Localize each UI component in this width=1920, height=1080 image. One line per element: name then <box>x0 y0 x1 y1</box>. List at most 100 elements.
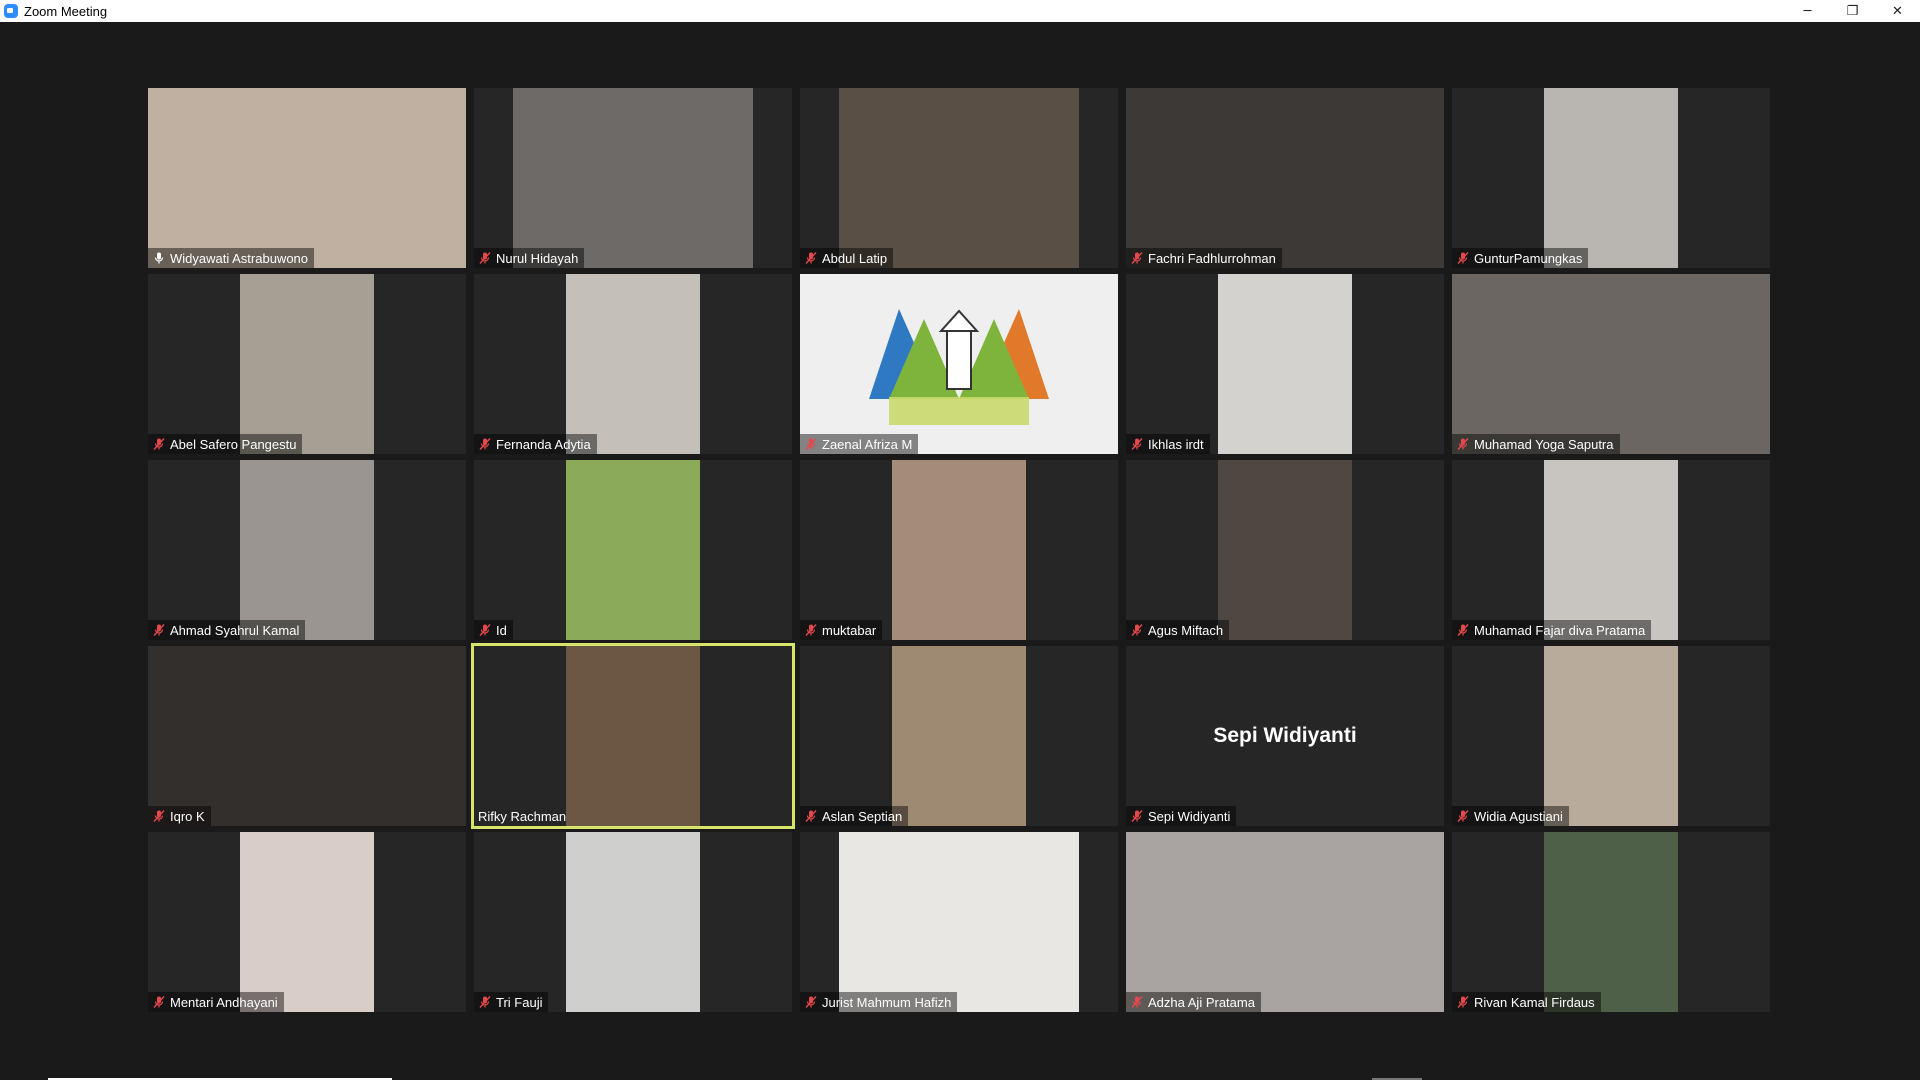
title-bar: Zoom Meeting ─ ❐ ✕ <box>0 0 1920 22</box>
participant-nameplate: Aslan Septian <box>800 806 909 826</box>
participant-video <box>1126 88 1444 268</box>
participant-name: Aslan Septian <box>822 808 903 824</box>
participant-tile[interactable]: Muhamad Yoga Saputra <box>1452 274 1770 454</box>
muted-mic-icon <box>478 251 492 265</box>
muted-mic-icon <box>1456 437 1470 451</box>
participant-nameplate: Nurul Hidayah <box>474 248 585 268</box>
participant-nameplate: Abel Safero Pangestu <box>148 434 303 454</box>
participant-tile[interactable]: Rifky Rachman <box>471 643 795 829</box>
participant-name: Mentari Andhayani <box>170 994 278 1010</box>
participant-tile[interactable]: Abel Safero Pangestu <box>148 274 466 454</box>
unbaja-logo-icon <box>869 309 1049 425</box>
participant-video <box>1218 460 1352 640</box>
participant-nameplate: Jurist Mahmum Hafizh <box>800 992 958 1012</box>
participant-tile[interactable]: Abdul Latip <box>800 88 1118 268</box>
participant-nameplate: Zaenal Afriza M <box>800 434 919 454</box>
participant-nameplate: Ikhlas irdt <box>1126 434 1210 454</box>
restore-button[interactable]: ❐ <box>1830 0 1875 22</box>
participant-video <box>566 274 700 454</box>
participant-tile[interactable]: Zaenal Afriza M <box>800 274 1118 454</box>
participant-name: Nurul Hidayah <box>496 250 579 266</box>
participant-tile[interactable]: Adzha Aji Pratama <box>1126 832 1444 1012</box>
participant-video <box>513 88 753 268</box>
muted-mic-icon <box>1130 995 1144 1009</box>
participant-nameplate: Mentari Andhayani <box>148 992 284 1012</box>
participant-nameplate: Muhamad Fajar diva Pratama <box>1452 620 1652 640</box>
muted-mic-icon <box>1456 995 1470 1009</box>
participant-tile[interactable]: GunturPamungkas <box>1452 88 1770 268</box>
participant-name: Sepi Widiyanti <box>1148 808 1231 824</box>
muted-mic-icon <box>804 623 818 637</box>
participant-tile[interactable]: Widyawati Astrabuwono <box>148 88 466 268</box>
participant-tile[interactable]: Widia Agustiani <box>1452 646 1770 826</box>
participant-tile[interactable]: Agus Miftach <box>1126 460 1444 640</box>
participant-name: Id <box>496 622 507 638</box>
muted-mic-icon <box>1130 623 1144 637</box>
participant-name: Jurist Mahmum Hafizh <box>822 994 952 1010</box>
muted-mic-icon <box>804 251 818 265</box>
participant-tile[interactable]: Nurul Hidayah <box>474 88 792 268</box>
participant-tile[interactable]: Id <box>474 460 792 640</box>
participant-tile[interactable]: Ikhlas irdt <box>1126 274 1444 454</box>
participant-name: Ikhlas irdt <box>1148 436 1204 452</box>
participant-video <box>566 832 700 1012</box>
participant-nameplate: Id <box>474 620 513 640</box>
participant-nameplate: GunturPamungkas <box>1452 248 1589 268</box>
muted-mic-icon <box>1456 251 1470 265</box>
participant-video <box>1452 274 1770 454</box>
participant-tile[interactable]: muktabar <box>800 460 1118 640</box>
muted-mic-icon <box>804 809 818 823</box>
zoom-app-icon <box>4 4 18 18</box>
participant-nameplate: Widyawati Astrabuwono <box>148 248 315 268</box>
close-button[interactable]: ✕ <box>1875 0 1920 22</box>
participant-tile[interactable]: Muhamad Fajar diva Pratama <box>1452 460 1770 640</box>
participant-tile[interactable]: Sepi Widiyanti Sepi Widiyanti <box>1126 646 1444 826</box>
participant-video <box>1544 460 1678 640</box>
participant-name: Widyawati Astrabuwono <box>170 250 309 266</box>
muted-mic-icon <box>804 437 818 451</box>
minimize-button[interactable]: ─ <box>1785 0 1830 22</box>
participant-tile[interactable]: Fernanda Adytia <box>474 274 792 454</box>
participant-name: Muhamad Yoga Saputra <box>1474 436 1614 452</box>
participant-video <box>1544 88 1678 268</box>
participant-video <box>148 646 466 826</box>
participant-tile[interactable]: Aslan Septian <box>800 646 1118 826</box>
participant-tile[interactable]: Rivan Kamal Firdaus <box>1452 832 1770 1012</box>
participant-name: Zaenal Afriza M <box>822 436 913 452</box>
participant-video <box>839 832 1079 1012</box>
participant-name: Adzha Aji Pratama <box>1148 994 1255 1010</box>
window-title: Zoom Meeting <box>24 3 108 19</box>
participant-video <box>240 274 374 454</box>
muted-mic-icon <box>804 995 818 1009</box>
participant-nameplate: Ahmad Syahrul Kamal <box>148 620 306 640</box>
participant-video <box>1126 832 1444 1012</box>
participant-name: Fachri Fadhlurrohman <box>1148 250 1276 266</box>
participant-name: Ahmad Syahrul Kamal <box>170 622 300 638</box>
participant-video <box>240 832 374 1012</box>
participant-name: GunturPamungkas <box>1474 250 1583 266</box>
participant-tile[interactable]: Iqro K <box>148 646 466 826</box>
participant-video <box>1218 274 1352 454</box>
participant-video <box>240 460 374 640</box>
participant-video <box>1544 832 1678 1012</box>
participant-name: Rivan Kamal Firdaus <box>1474 994 1595 1010</box>
participant-video <box>892 646 1026 826</box>
participant-name: Muhamad Fajar diva Pratama <box>1474 622 1646 638</box>
virtual-background-logo <box>800 274 1118 454</box>
participant-tile[interactable]: Tri Fauji <box>474 832 792 1012</box>
participant-video <box>839 88 1079 268</box>
participant-name: Abel Safero Pangestu <box>170 436 297 452</box>
participant-tile[interactable]: Fachri Fadhlurrohman <box>1126 88 1444 268</box>
participant-name: Widia Agustiani <box>1474 808 1563 824</box>
participant-nameplate: Tri Fauji <box>474 992 549 1012</box>
participant-video <box>1544 646 1678 826</box>
participant-video <box>566 460 700 640</box>
muted-mic-icon <box>152 623 166 637</box>
participant-tile[interactable]: Jurist Mahmum Hafizh <box>800 832 1118 1012</box>
participant-nameplate: Agus Miftach <box>1126 620 1230 640</box>
participant-nameplate: Adzha Aji Pratama <box>1126 992 1261 1012</box>
participant-tile[interactable]: Ahmad Syahrul Kamal <box>148 460 466 640</box>
muted-mic-icon <box>478 437 492 451</box>
participant-nameplate: Abdul Latip <box>800 248 894 268</box>
participant-tile[interactable]: Mentari Andhayani <box>148 832 466 1012</box>
